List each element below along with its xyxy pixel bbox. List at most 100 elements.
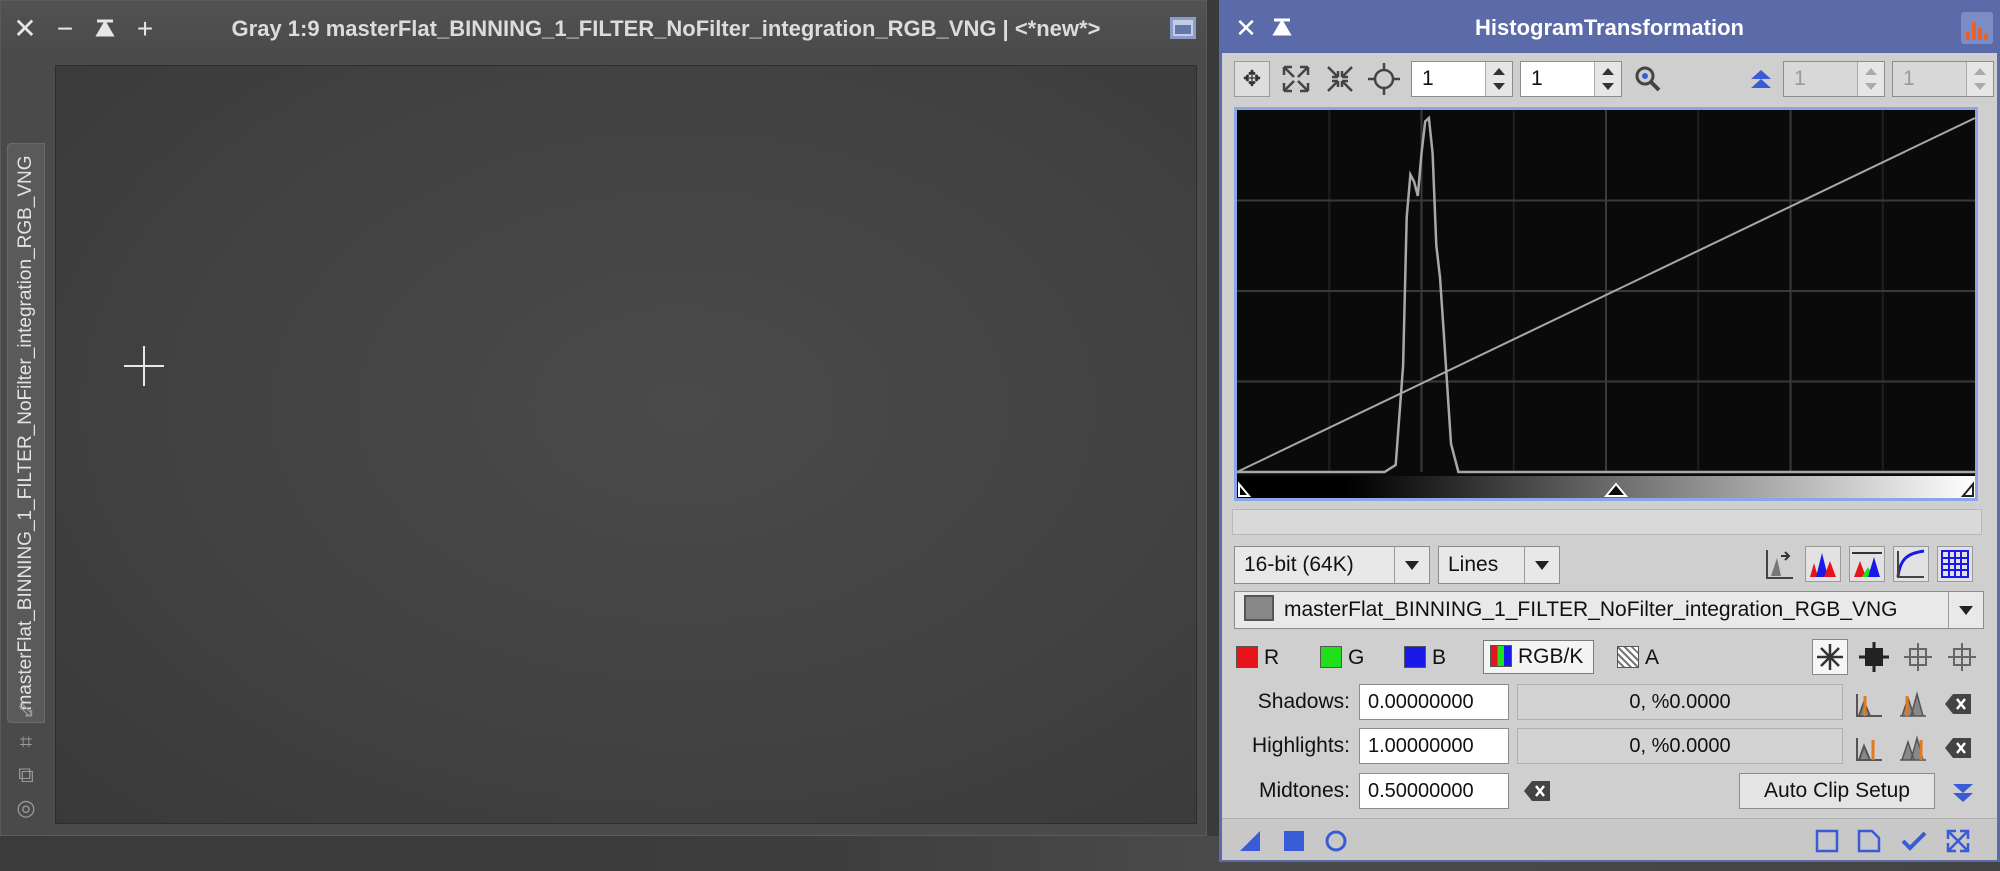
channel-rgbk-label: RGB/K [1518, 645, 1584, 668]
resolution-value: 16-bit (64K) [1244, 553, 1354, 576]
intensity-gradient-bar[interactable] [1237, 476, 1975, 498]
grid-toggle-icon[interactable] [1937, 546, 1973, 582]
channel-g-label: G [1348, 646, 1365, 669]
rgb-histogram-icon[interactable] [1805, 546, 1841, 582]
vertical-zoom-value: 1 [1531, 67, 1543, 90]
reset-highlights-icon[interactable] [1944, 639, 1980, 675]
channel-r-checkbox[interactable]: R [1236, 643, 1279, 673]
shadows-input[interactable]: 0.00000000 [1359, 684, 1509, 720]
horizontal-zoom-value: 1 [1422, 67, 1434, 90]
blue-swatch [1404, 646, 1426, 668]
channel-a-checkbox[interactable]: A [1617, 643, 1659, 673]
green-swatch [1320, 646, 1342, 668]
chevron-down-icon [1948, 592, 1983, 628]
highlights-slider-handle [1960, 481, 1974, 497]
shadows-label: Shadows: [1257, 690, 1350, 713]
clear-midtones-icon[interactable] [1522, 778, 1552, 804]
shade-icon[interactable] [89, 13, 121, 45]
highlights-input[interactable]: 1.00000000 [1359, 728, 1509, 764]
histogram-toolbar: ✥ 1 1 1 1 [1234, 59, 1994, 99]
restore-window-icon[interactable] [1170, 17, 1196, 39]
reset-zoom-icon[interactable] [1366, 61, 1402, 97]
preview-zoom-v-value: 1 [1903, 67, 1915, 90]
zoom-out-icon[interactable] [1322, 61, 1358, 97]
channel-a-label: A [1645, 646, 1660, 669]
reset-shadows-icon[interactable] [1900, 639, 1936, 675]
image-canvas[interactable] [55, 65, 1197, 824]
magnifier-icon[interactable] [1630, 61, 1666, 97]
auto-clip-highlights-icon[interactable] [1853, 730, 1885, 762]
apply-global-icon[interactable] [1322, 827, 1350, 855]
graph-style-value: Lines [1448, 553, 1499, 576]
log-scale-icon[interactable] [1761, 546, 1797, 582]
close-icon[interactable]: ✕ [1230, 12, 1262, 44]
minimize-icon[interactable]: − [49, 13, 81, 45]
real-time-preview-icon[interactable] [1813, 827, 1841, 855]
graph-style-select[interactable]: Lines [1438, 546, 1560, 584]
transfer-curve-icon[interactable] [1893, 546, 1929, 582]
resolution-select[interactable]: 16-bit (64K) [1234, 546, 1430, 584]
apply-square-icon[interactable] [1280, 827, 1308, 855]
shadows-slider-handle [1238, 481, 1252, 497]
expand-down-icon[interactable] [1947, 776, 1979, 808]
view-selector[interactable]: masterFlat_BINNING_1_FILTER_NoFilter_int… [1234, 591, 1984, 629]
image-window-title: Gray 1:9 masterFlat_BINNING_1_FILTER_NoF… [231, 16, 1101, 41]
auto-clip-highlights-all-icon[interactable] [1897, 730, 1929, 762]
auto-clip-shadows-all-icon[interactable] [1897, 686, 1929, 718]
crosshair-cursor-icon [124, 346, 164, 386]
process-control-bar [1222, 818, 1997, 860]
preview-zoom-h-spinbox[interactable]: 1 [1783, 61, 1885, 97]
reset-channels-icon[interactable] [1812, 639, 1848, 675]
image-window-titlebar[interactable]: ✕ − + Gray 1:9 masterFlat_BINNING_1_FILT… [1, 1, 1206, 57]
new-instance-icon[interactable] [1236, 827, 1264, 855]
histogram-transformation-panel: HistogramTransformation ✕ ✥ 1 1 1 1 16-b… [1219, 0, 2000, 862]
clear-shadows-icon[interactable] [1943, 691, 1973, 717]
expand-up-icon[interactable] [1743, 61, 1779, 97]
channel-b-label: B [1432, 646, 1447, 669]
view-selector-value: masterFlat_BINNING_1_FILTER_NoFilter_int… [1284, 598, 1898, 621]
preview-zoom-h-value: 1 [1794, 67, 1806, 90]
histogram-plot [1237, 110, 1975, 474]
execute-check-icon[interactable] [1900, 827, 1928, 855]
reset-process-icon[interactable] [1944, 827, 1972, 855]
alpha-swatch [1617, 646, 1639, 668]
histogram-graph[interactable] [1234, 107, 1978, 501]
pan-mode-icon[interactable]: ✥ [1234, 61, 1270, 97]
horizontal-zoom-spinbox[interactable]: 1 [1411, 61, 1513, 97]
fit-view-icon[interactable]: ⌗ [13, 729, 39, 755]
image-view-icon [1244, 595, 1274, 621]
clear-highlights-icon[interactable] [1943, 735, 1973, 761]
panel-title: HistogramTransformation [1475, 15, 1744, 40]
image-side-strip: masterFlat_BINNING_1_FILTER_NoFilter_int… [1, 57, 49, 835]
channel-g-checkbox[interactable]: G [1320, 643, 1364, 673]
image-window: ✕ − + Gray 1:9 masterFlat_BINNING_1_FILT… [0, 0, 1207, 836]
close-icon[interactable]: ✕ [9, 13, 41, 45]
maximize-icon[interactable]: + [129, 13, 161, 45]
chevron-down-icon [1394, 547, 1429, 583]
midtones-slider-handle [1603, 482, 1629, 497]
auto-clip-setup-button[interactable]: Auto Clip Setup [1739, 773, 1935, 809]
clone-icon[interactable]: ⧉ [13, 762, 39, 788]
channel-b-checkbox[interactable]: B [1404, 643, 1446, 673]
vertical-zoom-spinbox[interactable]: 1 [1520, 61, 1622, 97]
red-swatch [1236, 646, 1258, 668]
histogram-scrollbar[interactable] [1232, 509, 1982, 535]
reset-all-icon[interactable] [1856, 639, 1892, 675]
arrow-diag-icon[interactable]: ⇘ [13, 697, 39, 723]
highlights-clipping-info: 0, %0.0000 [1517, 728, 1843, 764]
channel-r-label: R [1264, 646, 1280, 669]
panel-titlebar[interactable]: HistogramTransformation ✕ [1222, 3, 1997, 53]
target-icon[interactable]: ◎ [13, 795, 39, 821]
input-histogram-icon[interactable] [1849, 546, 1885, 582]
shadows-clipping-info: 0, %0.0000 [1517, 684, 1843, 720]
rgb-swatch [1490, 645, 1512, 667]
image-identifier-tab[interactable]: masterFlat_BINNING_1_FILTER_NoFilter_int… [7, 143, 45, 723]
browse-documentation-icon[interactable] [1855, 827, 1883, 855]
auto-clip-shadows-icon[interactable] [1853, 686, 1885, 718]
shade-icon[interactable] [1266, 12, 1298, 44]
midtones-input[interactable]: 0.50000000 [1359, 773, 1509, 809]
zoom-in-icon[interactable] [1278, 61, 1314, 97]
histogram-process-icon [1961, 12, 1993, 44]
channel-rgbk-button[interactable]: RGB/K [1483, 640, 1595, 674]
preview-zoom-v-spinbox[interactable]: 1 [1892, 61, 1994, 97]
